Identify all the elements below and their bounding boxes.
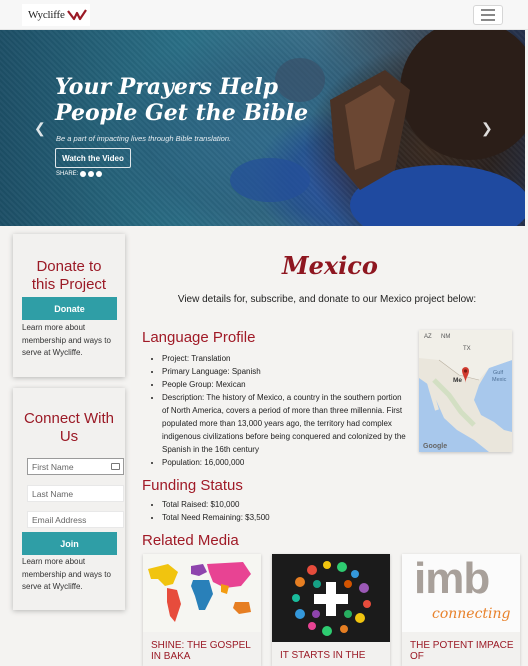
imb-logo-text: imb [414, 554, 490, 603]
first-name-field[interactable]: First Name [27, 458, 124, 475]
connect-title: Connect With Us [23, 410, 115, 445]
hamburger-icon-bar [481, 9, 495, 11]
google-logo: Google [423, 443, 447, 450]
wycliffe-logo[interactable]: Wycliffe [22, 4, 90, 26]
email-field[interactable]: Email Address [27, 511, 124, 528]
twitter-icon[interactable] [88, 171, 95, 177]
connect-card: Connect With Us First Name Last Name Ema… [13, 388, 125, 610]
hero-title: Your Prayers Help People Get the Bible [55, 74, 308, 126]
list-item: Total Need Remaining: $3,500 [162, 511, 352, 524]
list-item: Project: Translation [162, 352, 407, 365]
page-title: Mexico [282, 251, 378, 280]
dots-cross-graphic [292, 561, 371, 636]
email-placeholder: Email Address [32, 515, 87, 525]
project-map[interactable]: AZ NM TX Me Gulf Mexic Google [419, 330, 512, 452]
share-label: SHARE: [56, 171, 79, 177]
list-item: Primary Language: Spanish [162, 365, 407, 378]
map-label-mexico: Me [453, 377, 462, 384]
list-item: Total Raised: $10,000 [162, 498, 352, 511]
world-map-thumbnail [143, 554, 261, 632]
donate-card: Donate to this Project Donate Learn more… [13, 234, 125, 377]
list-item: Description: The history of Mexico, a co… [162, 391, 407, 456]
contact-card-icon [111, 463, 120, 470]
navbar: Wycliffe [0, 0, 528, 30]
menu-toggle-button[interactable] [473, 5, 503, 25]
hero-title-line2: People Get the Bible [55, 100, 309, 126]
email-icon[interactable] [96, 171, 103, 177]
map-label-mexic: Mexic [492, 377, 507, 383]
media-title: IT STARTS IN THE [280, 650, 366, 661]
funding-list: Total Raised: $10,000 Total Need Remaini… [152, 498, 352, 524]
logo-text: Wycliffe [28, 9, 65, 21]
last-name-placeholder: Last Name [32, 489, 74, 499]
world-map-graphic [148, 562, 251, 622]
map-label-tx: TX [463, 346, 471, 352]
logo-mark-icon [66, 9, 87, 21]
last-name-field[interactable]: Last Name [27, 485, 124, 502]
imb-logo-subtext: connecting [432, 606, 511, 622]
language-profile-list: Project: Translation Primary Language: S… [152, 352, 407, 469]
donate-note: Learn more about membership and ways to … [22, 323, 111, 357]
hero-title-line1: Your Prayers Help [55, 74, 279, 100]
funding-status-heading: Funding Status [142, 477, 243, 494]
media-card[interactable]: IT STARTS IN THE [272, 554, 390, 666]
language-profile-heading: Language Profile [142, 329, 256, 346]
donate-title: Donate to this Project [31, 258, 107, 293]
join-button[interactable]: Join [22, 532, 117, 555]
map-label-gulf: Gulf [493, 370, 504, 376]
media-card[interactable]: SHINE: THE GOSPEL IN BAKA [143, 554, 261, 666]
share-bar: SHARE: [56, 171, 103, 177]
related-media-heading: Related Media [142, 532, 239, 549]
project-intro: View details for, subscribe, and donate … [177, 294, 477, 305]
first-name-placeholder: First Name [32, 462, 74, 472]
list-item: Population: 16,000,000 [162, 456, 407, 469]
map-label-az: AZ [424, 334, 432, 340]
hamburger-icon-bar [481, 19, 495, 21]
hero-subtitle: Be a part of impacting lives through Bib… [56, 134, 232, 143]
connect-note: Learn more about membership and ways to … [22, 557, 111, 591]
imb-thumbnail: imb connecting [402, 554, 520, 632]
hero-carousel: Your Prayers Help People Get the Bible B… [0, 30, 525, 226]
media-title: THE POTENT IMPACE OF [410, 640, 514, 662]
chevron-left-icon[interactable]: ❮ [34, 120, 46, 137]
map-label-nm: NM [441, 334, 450, 340]
list-item: People Group: Mexican [162, 378, 407, 391]
facebook-icon[interactable] [80, 171, 87, 177]
dots-cross-thumbnail [272, 554, 390, 642]
donate-button[interactable]: Donate [22, 297, 117, 320]
mexico-map-graphic: AZ NM TX Me Gulf Mexic Google [419, 330, 512, 452]
praying-hands-illustration [230, 30, 525, 226]
media-card[interactable]: imb connecting THE POTENT IMPACE OF [402, 554, 520, 666]
chevron-right-icon[interactable]: ❯ [481, 120, 493, 137]
media-title: SHINE: THE GOSPEL IN BAKA [151, 640, 251, 662]
watch-video-button[interactable]: Watch the Video [55, 148, 131, 168]
hamburger-icon-bar [481, 14, 495, 16]
